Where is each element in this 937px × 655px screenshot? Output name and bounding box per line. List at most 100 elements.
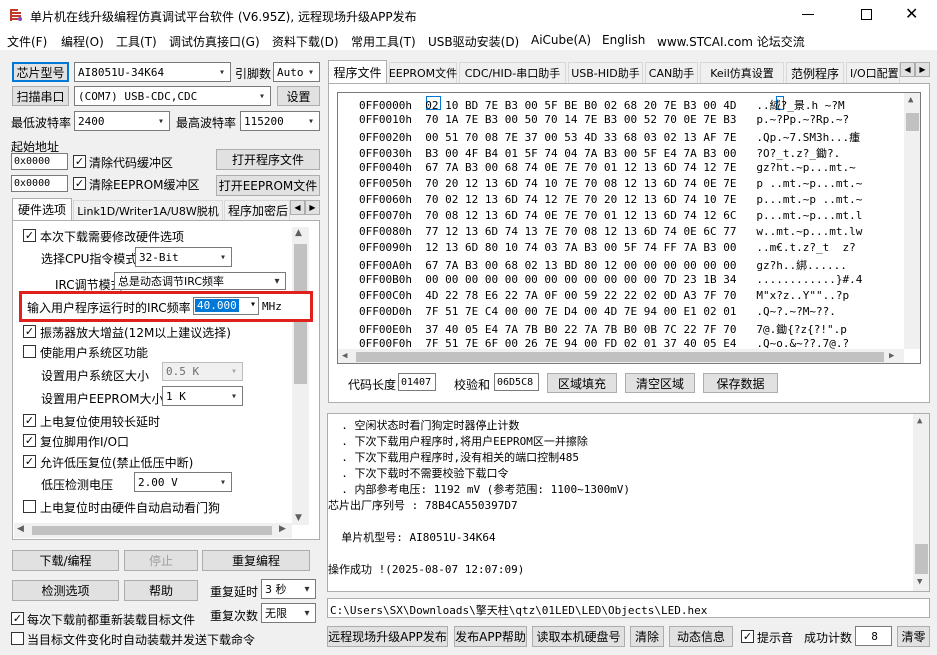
repeat-program-button[interactable]: 重复编程 xyxy=(202,550,310,571)
menu-common-tools[interactable]: 常用工具(T) xyxy=(351,33,416,50)
tab-hardware[interactable]: 硬件选项 xyxy=(12,198,72,220)
h-scroll-right-icon[interactable]: ▶ xyxy=(889,351,894,361)
scroll-down-icon[interactable]: ▼ xyxy=(295,513,302,523)
tab-io-config[interactable]: I/O口配置 xyxy=(846,62,900,83)
modify-hw-checkbox[interactable]: ✓ xyxy=(23,229,36,242)
clear-eeprom-checkbox[interactable]: ✓ xyxy=(73,177,86,190)
repeat-delay-select[interactable]: 3 秒 ▾ xyxy=(261,579,316,599)
check-options-button[interactable]: 检测选项 xyxy=(12,580,119,601)
irc-freq-input[interactable]: 40.000 ▾ xyxy=(193,297,259,315)
tab-eeprom-file[interactable]: EEPROM文件 xyxy=(389,62,457,83)
tab-scroll-left[interactable]: ◀ xyxy=(290,200,305,215)
close-icon[interactable]: ✕ xyxy=(905,4,918,23)
osc-gain-checkbox[interactable]: ✓ xyxy=(23,325,36,338)
scan-port-button[interactable]: 扫描串口 xyxy=(12,86,69,106)
publish-help-button[interactable]: 发布APP帮助 xyxy=(454,626,527,647)
start-address-field-2[interactable]: 0x0000 xyxy=(11,175,68,192)
log-area[interactable]: . 空闲状态时看门狗定时器停止计数 . 下次下载用户程序时,将用户EEPROM区… xyxy=(327,413,930,592)
h-scroll-right-icon[interactable]: ▶ xyxy=(279,524,286,534)
chevron-down-icon: ▾ xyxy=(219,476,227,488)
tab-offline[interactable]: Link1D/Writer1A/U8W脱机 xyxy=(73,200,223,220)
reset-io-checkbox[interactable]: ✓ xyxy=(23,434,36,447)
hex-v-scrollbar[interactable] xyxy=(904,93,920,349)
menu-download[interactable]: 资料下载(D) xyxy=(272,33,339,50)
user-area-size-select[interactable]: 0.5 K ▾ xyxy=(162,362,243,381)
minimize-icon[interactable] xyxy=(802,14,814,15)
auto-reload-checkbox[interactable] xyxy=(11,632,24,645)
irc-mode-select[interactable]: 总是动态调节IRC频率 ▾ xyxy=(114,272,286,290)
menu-tools[interactable]: 工具(T) xyxy=(116,33,157,50)
tab-examples[interactable]: 范例程序 xyxy=(786,62,844,83)
max-baud-label: 最高波特率 xyxy=(176,116,237,130)
file-path-field[interactable]: C:\Users\SX\Downloads\擎天柱\qtz\01LED\LED\… xyxy=(327,598,930,618)
repeat-count-select[interactable]: 无限 ▾ xyxy=(261,603,316,623)
reload-checkbox[interactable]: ✓ xyxy=(11,612,24,625)
chevron-down-icon[interactable]: ▾ xyxy=(250,299,256,310)
tab-scroll-left-right[interactable]: ◀ xyxy=(900,62,915,77)
publish-app-button[interactable]: 远程现场升级APP发布 xyxy=(327,626,448,647)
long-delay-label: 上电复位使用较长延时 xyxy=(40,415,161,429)
log-line: . 下次下载用户程序时,没有相关的端口控制485 xyxy=(328,451,579,464)
log-scroll-thumb[interactable] xyxy=(915,544,928,574)
save-data-button[interactable]: 保存数据 xyxy=(703,373,778,393)
tab-scroll-right-right[interactable]: ▶ xyxy=(915,62,930,77)
reload-label: 每次下载前都重新装载目标文件 xyxy=(27,613,196,627)
eeprom-size-select[interactable]: 1 K ▾ xyxy=(162,386,243,406)
dynamic-info-button[interactable]: 动态信息 xyxy=(669,626,733,647)
menu-program[interactable]: 编程(O) xyxy=(61,33,104,50)
tab-scroll-right[interactable]: ▶ xyxy=(305,200,320,215)
open-eeprom-button[interactable]: 打开EEPROM文件 xyxy=(216,175,320,196)
long-delay-checkbox[interactable]: ✓ xyxy=(23,414,36,427)
download-button[interactable]: 下载/编程 xyxy=(12,550,119,571)
scroll-up-icon[interactable]: ▲ xyxy=(908,95,913,105)
h-scroll-left-icon[interactable]: ◀ xyxy=(17,524,24,534)
lvd-select[interactable]: 2.00 V ▾ xyxy=(134,472,232,492)
open-program-button[interactable]: 打开程序文件 xyxy=(216,149,320,170)
start-address-field-1[interactable]: 0x0000 xyxy=(11,153,68,170)
stop-button[interactable]: 停止 xyxy=(124,550,198,571)
menu-english[interactable]: English xyxy=(602,33,645,47)
menu-file[interactable]: 文件(F) xyxy=(7,33,47,50)
scroll-up-icon[interactable]: ▲ xyxy=(917,416,922,426)
menu-usb-driver[interactable]: USB驱动安装(D) xyxy=(428,33,519,50)
tab-encrypt[interactable]: 程序加密后 xyxy=(224,200,290,220)
port-select[interactable]: (COM7) USB-CDC,CDC ▾ xyxy=(74,86,271,106)
scroll-up-icon[interactable]: ▲ xyxy=(295,228,302,238)
chip-model-select[interactable]: AI8051U-34K64 ▾ xyxy=(74,62,231,82)
hex-view[interactable]: 0FF0000h 02 10 BD 7E B3 00 5F BE B0 02 6… xyxy=(337,92,921,364)
fill-area-button[interactable]: 区域填充 xyxy=(547,373,617,393)
osc-gain-label: 振荡器放大增益(12M以上建议选择) xyxy=(40,326,231,340)
user-area-checkbox[interactable] xyxy=(23,345,36,358)
max-baud-select[interactable]: 115200 ▾ xyxy=(240,111,320,131)
lvr-checkbox[interactable]: ✓ xyxy=(23,455,36,468)
menu-website[interactable]: www.STCAI.com 论坛交流 xyxy=(657,33,805,50)
h-scroll-thumb[interactable] xyxy=(32,526,272,535)
clear-log-button[interactable]: 清除 xyxy=(630,626,664,647)
h-scroll-left-icon[interactable]: ◀ xyxy=(342,351,347,361)
pins-select[interactable]: Auto ▾ xyxy=(273,62,320,82)
help-button[interactable]: 帮助 xyxy=(124,580,198,601)
wdt-checkbox[interactable] xyxy=(23,500,36,513)
clear-area-button[interactable]: 清空区域 xyxy=(625,373,695,393)
scroll-down-icon[interactable]: ▼ xyxy=(917,577,922,587)
hex-v-thumb[interactable] xyxy=(906,113,919,131)
repeat-delay-label: 重复延时 xyxy=(210,585,259,599)
min-baud-select[interactable]: 2400 ▾ xyxy=(74,111,170,131)
port-settings-button[interactable]: 设置 xyxy=(277,86,320,106)
beep-checkbox[interactable]: ✓ xyxy=(741,630,754,643)
hex-h-thumb[interactable] xyxy=(356,352,884,362)
menu-aicube[interactable]: AiCube(A) xyxy=(531,33,591,47)
tab-usb-hid[interactable]: USB-HID助手 xyxy=(568,62,643,83)
tab-serial-helper[interactable]: CDC/HID-串口助手 xyxy=(459,62,566,83)
reset-count-button[interactable]: 清零 xyxy=(897,626,930,647)
tab-keil[interactable]: Keil仿真设置 xyxy=(700,62,784,83)
menu-debug[interactable]: 调试仿真接口(G) xyxy=(169,33,260,50)
tab-can[interactable]: CAN助手 xyxy=(645,62,698,83)
maximize-icon[interactable] xyxy=(861,9,872,20)
chip-model-button[interactable]: 芯片型号 xyxy=(12,62,69,82)
hex-row: 0FF0010h 70 1A 7E B3 00 50 70 14 7E B3 0… xyxy=(359,113,850,126)
tab-program-file[interactable]: 程序文件 xyxy=(328,60,387,83)
cpu-mode-select[interactable]: 32-Bit ▾ xyxy=(135,247,232,267)
clear-code-checkbox[interactable]: ✓ xyxy=(73,155,86,168)
read-disk-button[interactable]: 读取本机硬盘号 xyxy=(532,626,625,647)
